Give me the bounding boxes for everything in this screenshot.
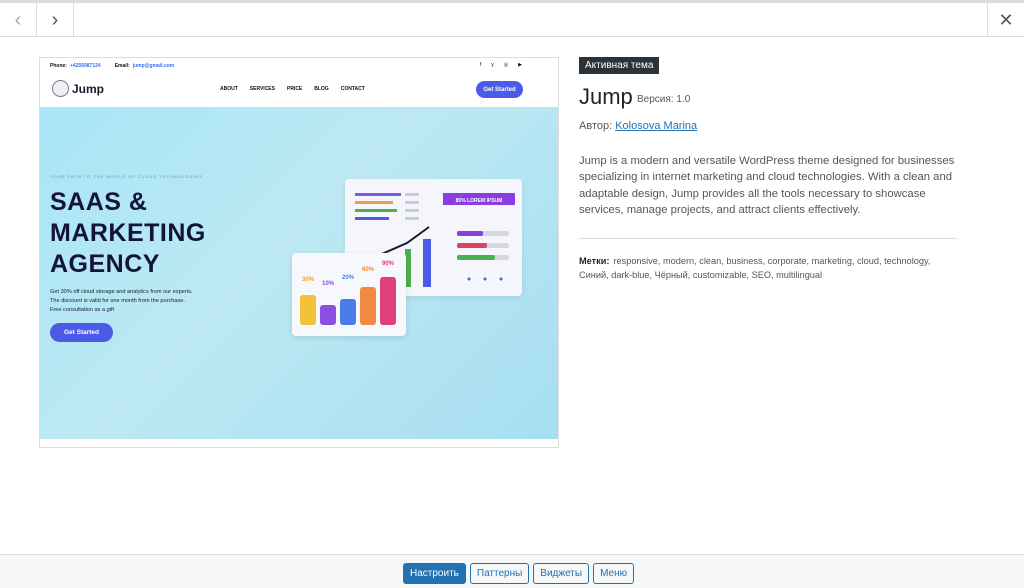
theme-screenshot: Phone: +4256987124 Email: jump@gmail.com f …	[39, 57, 559, 448]
divider	[579, 238, 957, 239]
preview-header-cta: Get Started	[476, 81, 523, 98]
chevron-right-icon: ›	[51, 8, 59, 31]
hero-desc-line: Free consultation as a gift	[50, 307, 115, 313]
preview-social-icons: f y ◎ ▶	[480, 62, 522, 68]
preview-menu-item: PRICE	[286, 86, 303, 92]
close-icon: ✕	[998, 9, 1014, 30]
theme-tags: Метки: responsive, modern, clean, busines…	[579, 255, 959, 282]
preview-email-label: Email:	[114, 63, 130, 69]
preview-menu-item: CONTACT	[340, 86, 365, 92]
theme-modal-header: ‹ › ✕	[0, 0, 1024, 37]
close-modal-button[interactable]: ✕	[987, 3, 1024, 37]
hero-desc-line: Get 30% off cloud storage and analytics …	[50, 289, 193, 295]
percent-label: 20%	[342, 275, 355, 281]
preview-menu-item: BLOG	[314, 86, 329, 92]
preview-menu: ABOUT SERVICES PRICE BLOG CONTACT	[220, 86, 365, 92]
preview-logo-text: Jump	[72, 82, 105, 96]
hero-title-line: AGENCY	[50, 250, 160, 278]
preview-topbar: Phone: +4256987124 Email: jump@gmail.com f …	[40, 58, 558, 74]
preview-header: Jump ABOUT SERVICES PRICE BLOG CONTACT G…	[40, 74, 558, 107]
card-banner-text: 85% LOREM IPSUM	[456, 198, 503, 204]
preview-email-value: jump@gmail.com	[132, 63, 175, 69]
facebook-icon: f	[479, 62, 482, 68]
preview-logo-icon	[52, 80, 69, 97]
preview-percent-card: 30% 10% 20% 60% 90%	[292, 253, 406, 336]
author-label: Автор:	[579, 120, 613, 132]
theme-name: Jump	[579, 84, 633, 109]
widgets-button[interactable]: Виджеты	[533, 563, 590, 584]
menu-button[interactable]: Меню	[593, 563, 635, 584]
percent-label: 30%	[302, 277, 315, 283]
percent-label: 90%	[382, 261, 395, 267]
theme-description: Jump is a modern and versatile WordPress…	[579, 155, 955, 216]
patterns-button[interactable]: Паттерны	[469, 563, 530, 584]
hero-title-line: MARKETING	[50, 219, 206, 247]
preview-hero: YOUR PATH TO THE WORLD OF CLOUD TECHNOLO…	[40, 107, 558, 439]
active-theme-badge: Активная тема	[579, 57, 660, 74]
author-link[interactable]: Kolosova Marina	[615, 120, 697, 132]
cylinder-chart-illustration: 30% 10% 20% 60% 90%	[300, 261, 396, 325]
percent-label: 10%	[322, 281, 335, 287]
preview-phone-label: Phone:	[50, 63, 67, 69]
customize-button[interactable]: Настроить	[403, 563, 466, 584]
preview-bottom-strip	[40, 439, 558, 447]
preview-menu-item: SERVICES	[249, 86, 275, 92]
theme-actions-footer: Настроить Паттерны Виджеты Меню	[0, 554, 1024, 588]
next-theme-button[interactable]: ›	[37, 3, 74, 37]
tags-list: responsive, modern, clean, business, cor…	[579, 256, 931, 280]
hero-desc-line: The discount is valid for one month from…	[50, 298, 185, 304]
tags-label: Метки:	[579, 256, 610, 266]
chevron-left-icon: ‹	[14, 8, 22, 31]
theme-version: Версия: 1.0	[637, 94, 691, 105]
preview-hero-title: SAAS & MARKETING AGENCY	[50, 187, 206, 280]
percent-label: 60%	[362, 267, 375, 273]
preview-menu-item: ABOUT	[220, 86, 238, 92]
twitter-icon: y	[491, 62, 494, 68]
preview-hero-button: Get Started	[50, 323, 113, 342]
instagram-icon: ◎	[503, 62, 509, 68]
hero-title-line: SAAS &	[50, 188, 148, 216]
youtube-icon: ▶	[518, 62, 522, 68]
preview-hero-description: Get 30% off cloud storage and analytics …	[50, 288, 250, 315]
preview-phone-value: +4256987124	[69, 63, 101, 69]
preview-hero-kicker: YOUR PATH TO THE WORLD OF CLOUD TECHNOLO…	[50, 174, 203, 179]
theme-author: Автор: Kolosova Marina	[579, 120, 697, 132]
previous-theme-button[interactable]: ‹	[0, 3, 37, 37]
